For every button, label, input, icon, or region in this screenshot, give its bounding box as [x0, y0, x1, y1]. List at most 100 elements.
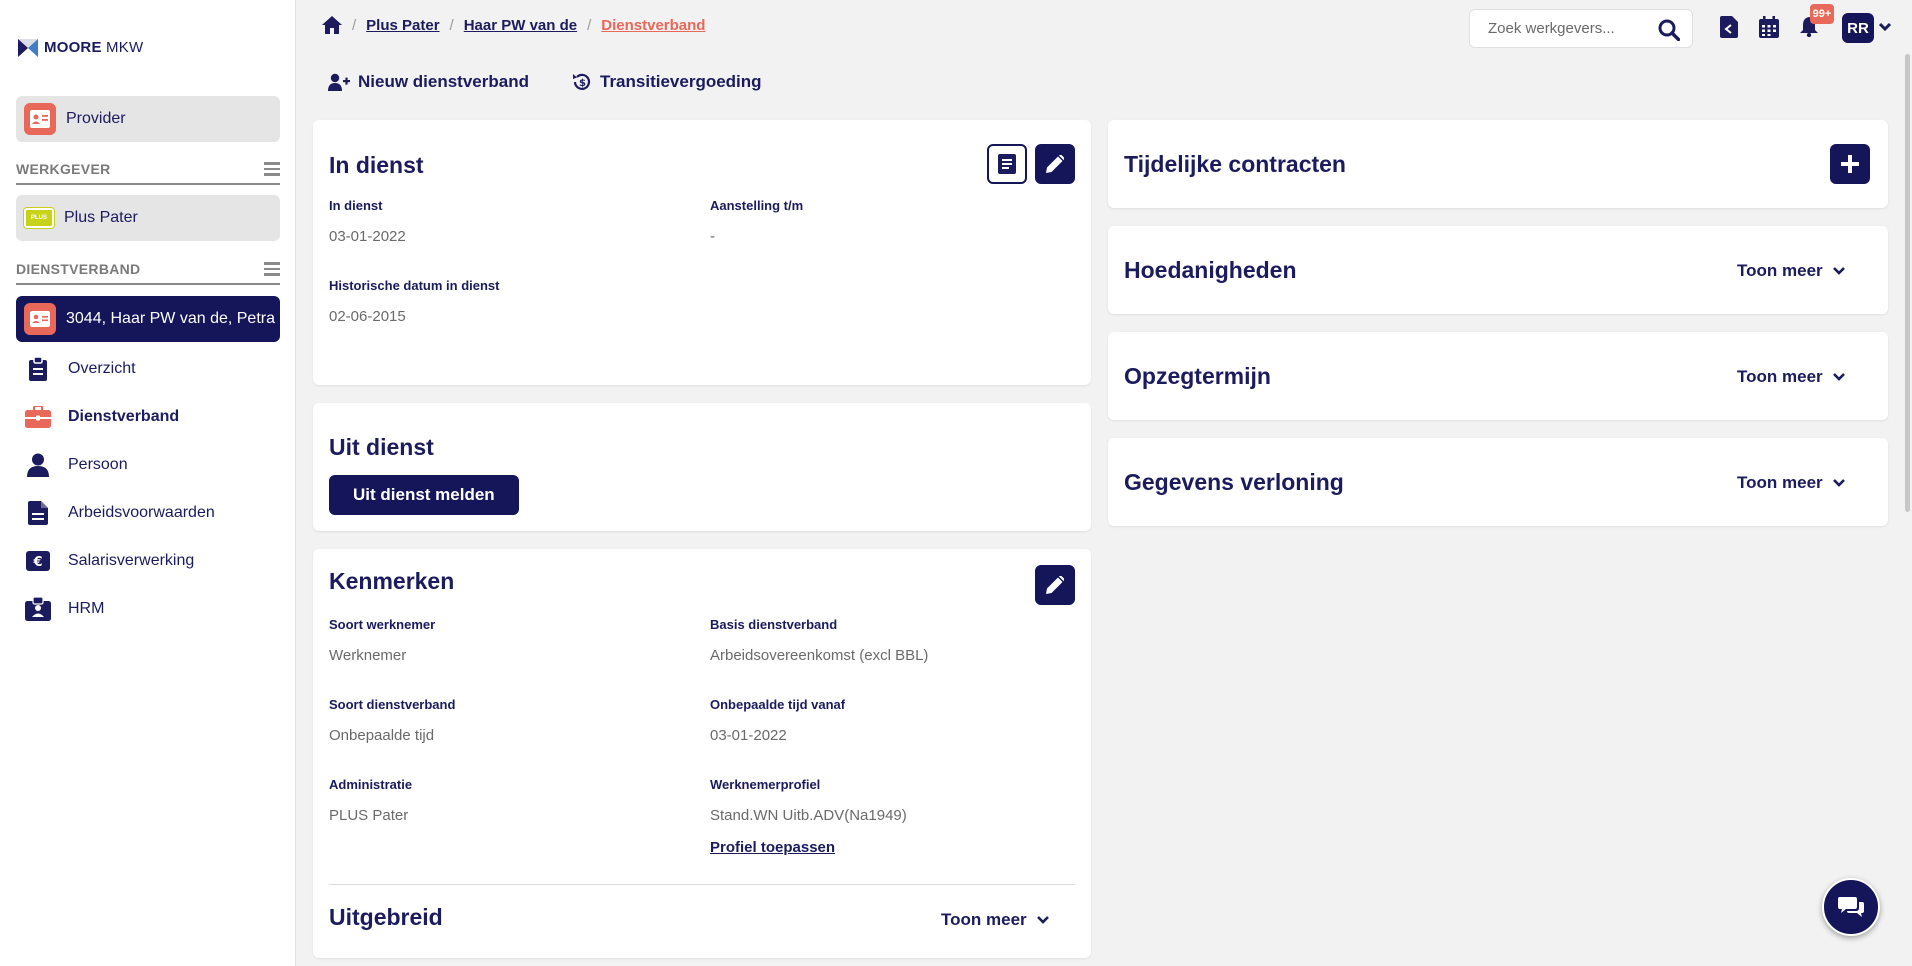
provider-label: Provider: [66, 110, 126, 127]
search-icon[interactable]: [1658, 19, 1680, 41]
dienstverband-menu-icon[interactable]: [264, 262, 280, 276]
pencil-icon: [1046, 155, 1064, 173]
field-label-administratie: Administratie: [329, 777, 413, 792]
field-label-onbepaalde-tijd-vanaf: Onbepaalde tijd vanaf: [710, 697, 846, 712]
pencil-icon: [1046, 576, 1064, 594]
breadcrumb-separator: /: [587, 16, 592, 34]
gegevens-verloning-toggle[interactable]: Toon meer: [1737, 473, 1845, 493]
toggle-label: Toon meer: [941, 910, 1027, 929]
breadcrumb-werknemer[interactable]: Haar PW van de: [464, 17, 577, 34]
uit-dienst-melden-button[interactable]: Uit dienst melden: [329, 475, 519, 515]
tijdelijke-contracten-card: Tijdelijke contracten: [1108, 120, 1888, 208]
dienstverband-active-card[interactable]: 3044, Haar PW van de, Petra: [16, 296, 280, 342]
svg-text:$: $: [579, 78, 586, 89]
sidebar-item-label: Persoon: [68, 456, 128, 473]
hoedanigheden-title: Hoedanigheden: [1124, 257, 1297, 283]
chevron-down-icon[interactable]: [1878, 22, 1892, 32]
sidebar-item-persoon[interactable]: Persoon: [24, 450, 128, 480]
sidebar-item-label: Dienstverband: [68, 408, 180, 425]
sidebar-item-hrm[interactable]: HRM: [24, 594, 104, 624]
calendar-icon[interactable]: [1759, 16, 1779, 38]
chevron-down-icon: [1036, 916, 1049, 924]
uitgebreid-title: Uitgebreid: [329, 904, 443, 930]
document-icon: [24, 501, 52, 525]
hoedanigheden-card: Hoedanigheden Toon meer: [1108, 226, 1888, 314]
notification-badge: 99+: [1810, 4, 1834, 24]
field-label-in-dienst: In dienst: [329, 198, 383, 213]
werkgever-section-title: WERKGEVER: [16, 161, 111, 177]
sidebar-item-salarisverwerking[interactable]: € Salarisverwerking: [24, 546, 194, 576]
sidebar-item-arbeidsvoorwaarden[interactable]: Arbeidsvoorwaarden: [24, 498, 215, 528]
clipboard-icon: [24, 357, 52, 381]
avatar[interactable]: RR: [1842, 13, 1874, 43]
field-value-administratie: PLUS Pater: [329, 807, 409, 824]
field-value-werknemerprofiel: Stand.WN Uitb.ADV(Na1949): [710, 807, 907, 824]
field-value-aanstelling: -: [710, 228, 715, 245]
opzegtermijn-title: Opzegtermijn: [1124, 363, 1271, 389]
view-document-button[interactable]: [987, 144, 1027, 184]
field-label-soort-werknemer: Soort werknemer: [329, 617, 436, 632]
provider-button[interactable]: Provider: [16, 96, 280, 142]
breadcrumb-current[interactable]: Dienstverband: [601, 17, 705, 34]
svg-text:€: €: [32, 555, 42, 570]
transitievergoeding-button[interactable]: $ Transitievergoeding: [572, 72, 762, 92]
opzegtermijn-toggle[interactable]: Toon meer: [1737, 367, 1845, 387]
document-return-icon[interactable]: [1720, 16, 1738, 38]
chevron-down-icon: [1832, 479, 1845, 487]
new-dienstverband-label: Nieuw dienstverband: [358, 72, 529, 91]
euro-icon: €: [24, 551, 52, 571]
document-lines-icon: [998, 154, 1016, 174]
edit-kenmerken-button[interactable]: [1035, 565, 1075, 605]
search-input[interactable]: [1488, 20, 1648, 37]
sidebar-item-label: HRM: [68, 600, 105, 617]
sidebar-item-dienstverband[interactable]: Dienstverband: [24, 402, 179, 432]
field-label-soort-dienstverband: Soort dienstverband: [329, 697, 456, 712]
field-label-historische-datum: Historische datum in dienst: [329, 278, 500, 293]
chat-bubbles-icon: [1838, 897, 1864, 917]
history-money-icon: $: [573, 73, 591, 90]
dienstverband-section-header: DIENSTVERBAND: [16, 259, 280, 285]
kenmerken-title: Kenmerken: [329, 568, 455, 594]
breadcrumb-separator: /: [449, 16, 454, 34]
edit-in-dienst-button[interactable]: [1035, 144, 1075, 184]
scrollbar[interactable]: [1905, 54, 1910, 512]
employee-card-icon: [24, 303, 56, 335]
werkgever-menu-icon[interactable]: [264, 162, 280, 176]
field-label-werknemerprofiel: Werknemerprofiel: [710, 777, 821, 792]
werkgever-section-header: WERKGEVER: [16, 159, 280, 185]
provider-icon: [24, 103, 56, 135]
in-dienst-title: In dienst: [329, 152, 424, 178]
brand-name-bold: MOORE: [44, 38, 102, 56]
toggle-label: Toon meer: [1737, 367, 1823, 386]
werkgever-name: Plus Pater: [64, 209, 138, 226]
uitgebreid-toggle[interactable]: Toon meer: [941, 910, 1049, 930]
sidebar: MOORE MKW Provider WERKGEVER PLUS Plus P…: [0, 0, 296, 966]
toggle-label: Toon meer: [1737, 473, 1823, 492]
breadcrumb-werkgever[interactable]: Plus Pater: [366, 17, 439, 34]
brand-logo[interactable]: MOORE MKW: [18, 37, 143, 57]
briefcase-icon: [24, 406, 52, 428]
sidebar-item-label: Overzicht: [68, 360, 136, 377]
field-value-soort-dienstverband: Onbepaalde tijd: [329, 727, 435, 744]
add-user-icon: [328, 73, 350, 91]
home-icon[interactable]: [322, 16, 342, 34]
dienstverband-section-title: DIENSTVERBAND: [16, 261, 141, 277]
chat-button[interactable]: [1822, 878, 1880, 936]
breadcrumb-separator: /: [352, 16, 357, 34]
brand-name-light: MKW: [106, 38, 144, 56]
sidebar-item-label: Arbeidsvoorwaarden: [68, 504, 215, 521]
new-dienstverband-button[interactable]: Nieuw dienstverband: [328, 72, 529, 92]
sidebar-item-overzicht[interactable]: Overzicht: [24, 354, 136, 384]
divider: [329, 884, 1075, 885]
hoedanigheden-toggle[interactable]: Toon meer: [1737, 261, 1845, 281]
moore-logo-icon: [18, 39, 38, 57]
field-label-aanstelling: Aanstelling t/m: [710, 198, 804, 213]
gegevens-verloning-title: Gegevens verloning: [1124, 469, 1344, 495]
profiel-toepassen-link[interactable]: Profiel toepassen: [710, 839, 835, 856]
transitievergoeding-label: Transitievergoeding: [600, 72, 762, 91]
plus-logo: PLUS: [23, 207, 55, 229]
breadcrumb: / Plus Pater / Haar PW van de / Dienstve…: [322, 16, 705, 34]
add-contract-button[interactable]: [1830, 144, 1870, 184]
werkgever-card[interactable]: PLUS Plus Pater: [16, 195, 280, 241]
tijdelijke-contracten-title: Tijdelijke contracten: [1124, 151, 1346, 177]
